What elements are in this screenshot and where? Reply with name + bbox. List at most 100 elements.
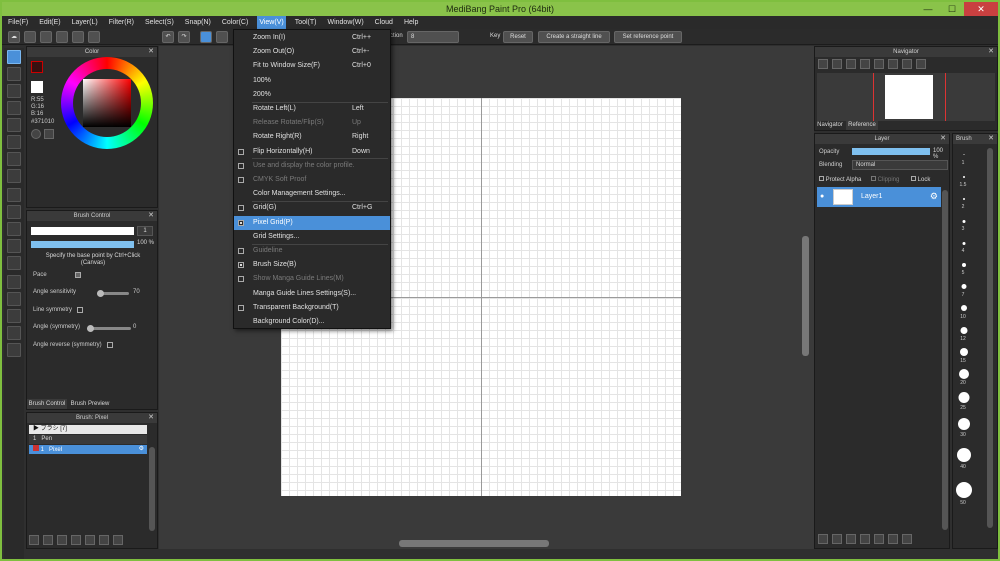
view-menu-item[interactable]: Color Management Settings...	[234, 187, 390, 201]
slider-knob[interactable]	[97, 290, 104, 297]
gradient-tool-icon[interactable]	[7, 169, 21, 183]
view-menu-item[interactable]: Pixel Grid(P)	[234, 215, 390, 230]
merge-icon[interactable]	[874, 534, 884, 544]
correction-select[interactable]: 8	[407, 31, 459, 43]
divide-tool-icon[interactable]	[7, 309, 21, 323]
duplicate-icon[interactable]	[71, 535, 81, 545]
brush-size-scrollbar[interactable]	[987, 148, 993, 528]
tab-reference[interactable]: Reference	[846, 121, 878, 130]
horizontal-scrollbar[interactable]	[399, 540, 549, 547]
panel-close-icon[interactable]: ✕	[148, 211, 154, 221]
menu-window[interactable]: Window(W)	[325, 16, 365, 29]
lock-checkbox[interactable]	[911, 176, 916, 181]
lasso-tool-icon[interactable]	[7, 205, 21, 219]
brush-size-item[interactable]: 40	[953, 446, 975, 478]
view-menu-item[interactable]: Transparent Background(T)	[234, 301, 390, 315]
view-menu-item[interactable]: Grid Settings...	[234, 230, 390, 244]
save-icon[interactable]	[72, 31, 84, 43]
add-layer-icon[interactable]	[818, 534, 828, 544]
pace-checkbox[interactable]	[75, 272, 81, 278]
menu-file[interactable]: File(F)	[6, 16, 30, 29]
operation-tool-icon[interactable]	[7, 292, 21, 306]
saturation-value-square[interactable]	[83, 79, 131, 127]
share-icon[interactable]	[88, 31, 100, 43]
eyedropper-icon[interactable]	[44, 129, 54, 139]
fit-icon[interactable]	[846, 59, 856, 69]
view-menu-item[interactable]: Brush Size(B)	[234, 258, 390, 272]
chat-icon[interactable]	[40, 31, 52, 43]
angle-symmetry-slider[interactable]	[87, 325, 131, 332]
blending-select[interactable]: Normal	[852, 160, 948, 170]
select-eraser-tool-icon[interactable]	[7, 256, 21, 270]
menu-snap[interactable]: Snap(N)	[183, 16, 213, 29]
reference-point-button[interactable]: Set reference point	[614, 31, 682, 43]
brush-list-scrollbar[interactable]	[149, 447, 155, 531]
menu-help[interactable]: Help	[402, 16, 420, 29]
view-menu-item[interactable]: Flip Horizontally(H) Down	[234, 145, 390, 159]
eyedropper-tool-icon[interactable]	[7, 326, 21, 340]
import-icon[interactable]	[99, 535, 109, 545]
brush-settings-icon[interactable]	[57, 535, 67, 545]
menu-view[interactable]: View(V)	[257, 16, 286, 29]
rotate-left-icon[interactable]	[874, 59, 884, 69]
layer-scrollbar[interactable]	[942, 190, 948, 530]
trash-icon[interactable]	[902, 534, 912, 544]
color-set-icon[interactable]	[31, 129, 41, 139]
dot-tool-icon[interactable]	[7, 84, 21, 98]
view-menu-item[interactable]: Background Color(D)...	[234, 315, 390, 329]
background-color-swatch[interactable]	[31, 81, 43, 93]
move-tool-icon[interactable]	[7, 118, 21, 132]
color-wheel[interactable]	[61, 57, 153, 149]
eye-icon[interactable]: ●	[820, 193, 824, 200]
eraser-tool-icon[interactable]	[7, 67, 21, 81]
vertical-scrollbar[interactable]	[802, 236, 809, 356]
view-menu-item[interactable]: Manga Guide Lines Settings(S)...	[234, 287, 390, 301]
gear-icon[interactable]: ⚙	[139, 445, 144, 454]
tab-navigator[interactable]: Navigator	[815, 121, 845, 130]
view-menu-item[interactable]: Rotate Right(R) Right	[234, 130, 390, 144]
view-menu-item[interactable]: 100%	[234, 74, 390, 88]
menu-cloud[interactable]: Cloud	[373, 16, 395, 29]
layer-row[interactable]: ● Layer1 ⚙	[817, 187, 941, 207]
bucket-tool-icon[interactable]	[7, 152, 21, 166]
view-menu-item[interactable]: Grid(G) Ctrl+G	[234, 201, 390, 215]
brush-item-pixel[interactable]: 1 Pixel ⚙	[29, 445, 147, 454]
brush-group-row[interactable]: ▶ ブラシ [7]	[29, 425, 147, 434]
fill-tool-icon[interactable]	[7, 135, 21, 149]
foreground-color-swatch[interactable]	[31, 61, 43, 73]
brush-tool-icon[interactable]	[7, 50, 21, 64]
menu-select[interactable]: Select(S)	[143, 16, 176, 29]
add-1bit-layer-icon[interactable]	[846, 534, 856, 544]
zoom-out-icon[interactable]	[832, 59, 842, 69]
actual-size-icon[interactable]	[860, 59, 870, 69]
layer-menu-icon[interactable]	[860, 534, 870, 544]
panel-close-icon[interactable]: ✕	[988, 47, 994, 57]
brush-opacity-bar[interactable]	[31, 241, 134, 248]
antialias-on-icon[interactable]	[216, 31, 228, 43]
hand-tool-icon[interactable]	[7, 343, 21, 357]
new-file-icon[interactable]	[24, 31, 36, 43]
brush-size-item[interactable]: 50	[953, 480, 975, 514]
duplicate-layer-icon[interactable]	[888, 534, 898, 544]
menu-color[interactable]: Color(C)	[220, 16, 250, 29]
reset-button[interactable]: Reset	[503, 31, 533, 43]
panel-close-icon[interactable]: ✕	[148, 413, 154, 423]
straight-line-button[interactable]: Create a straight line	[538, 31, 610, 43]
menu-filter[interactable]: Filter(R)	[107, 16, 136, 29]
slider-knob[interactable]	[87, 325, 94, 332]
line-symmetry-checkbox[interactable]	[77, 307, 83, 313]
view-menu-item[interactable]: Zoom In(I) Ctrl++	[234, 31, 390, 45]
view-menu-item[interactable]: Fit to Window Size(F) Ctrl+0	[234, 59, 390, 73]
expand-icon[interactable]: ▶	[33, 426, 41, 432]
close-button[interactable]: ✕	[964, 2, 998, 16]
view-menu-item[interactable]: Rotate Left(L) Left	[234, 102, 390, 116]
page-icon[interactable]	[56, 31, 68, 43]
panel-close-icon[interactable]: ✕	[148, 47, 154, 57]
brush-item-pen[interactable]: 1 Pen	[29, 435, 147, 444]
zoom-in-icon[interactable]	[818, 59, 828, 69]
angle-reverse-checkbox[interactable]	[107, 342, 113, 348]
add-halftone-layer-icon[interactable]	[832, 534, 842, 544]
brush-size-item[interactable]: 25	[953, 390, 975, 418]
antialias-off-icon[interactable]	[200, 31, 212, 43]
minimize-button[interactable]: —	[916, 2, 940, 16]
